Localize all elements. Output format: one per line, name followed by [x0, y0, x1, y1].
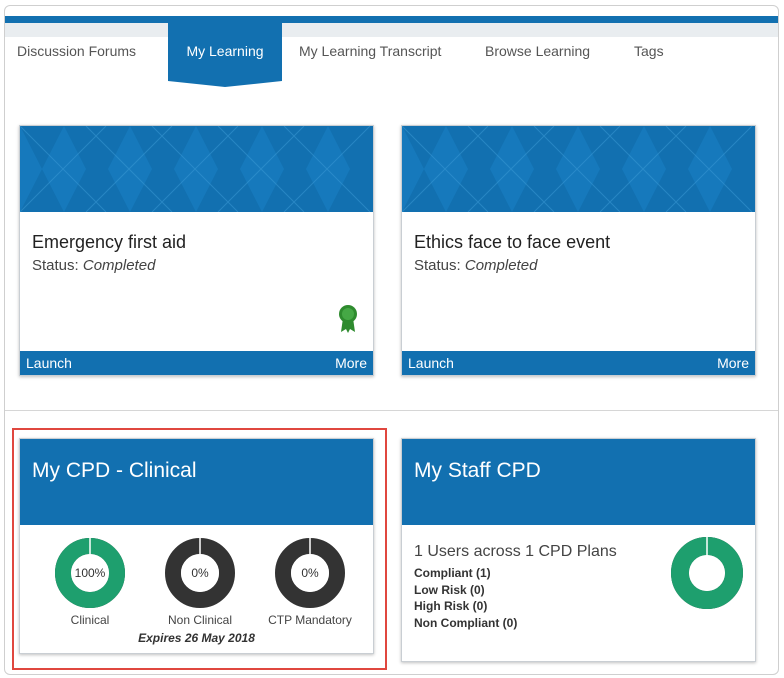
stat-low-risk: Low Risk (0): [414, 582, 485, 597]
course-banner: [402, 126, 755, 212]
highlight-box: [12, 428, 387, 670]
staff-cpd-title: My Staff CPD: [402, 439, 755, 525]
tab-my-learning[interactable]: My Learning: [168, 23, 282, 87]
staff-stats-list: Compliant (1) Low Risk (0) High Risk (0)…: [414, 565, 517, 631]
staff-summary: 1 Users across 1 CPD Plans: [414, 543, 617, 560]
launch-link[interactable]: Launch: [26, 355, 72, 371]
stat-compliant: Compliant (1): [414, 566, 491, 580]
compliance-ring[interactable]: [670, 536, 744, 610]
tab-my-learning-transcript[interactable]: My Learning Transcript: [299, 43, 441, 59]
course-status: Status: Completed: [32, 257, 155, 274]
course-title: Emergency first aid: [32, 232, 187, 252]
argyle-pattern: [402, 126, 755, 212]
course-card-ethics-event: Ethics face to face event Status: Comple…: [401, 125, 756, 376]
status-label: Status:: [414, 257, 461, 274]
tab-browse-learning[interactable]: Browse Learning: [485, 43, 590, 59]
argyle-pattern: [20, 126, 373, 212]
status-label: Status:: [32, 257, 79, 274]
status-value: Completed: [464, 257, 538, 274]
course-footer: Launch More: [402, 351, 755, 375]
launch-link[interactable]: Launch: [408, 355, 454, 371]
course-status: Status: Completed: [414, 257, 537, 274]
course-title: Ethics face to face event: [414, 232, 611, 252]
status-value: Completed: [82, 257, 156, 274]
course-banner: [20, 126, 373, 212]
course-footer: Launch More: [20, 351, 373, 375]
section-divider: [5, 410, 778, 411]
staff-cpd-card: My Staff CPD 1 Users across 1 CPD Plans …: [401, 438, 756, 662]
award-ribbon-icon: [339, 305, 357, 333]
tab-tags[interactable]: Tags: [634, 43, 664, 59]
stat-non-compliant: Non Compliant (0): [414, 615, 518, 630]
learning-dashboard: Discussion Forums My Learning My Learnin…: [4, 5, 779, 675]
more-link[interactable]: More: [717, 355, 749, 371]
course-card-emergency-first-aid: Emergency first aid Status: Completed La…: [19, 125, 374, 376]
top-accent-bar: [5, 16, 778, 23]
stat-high-risk: High Risk (0): [414, 599, 488, 613]
tab-discussion-forums[interactable]: Discussion Forums: [17, 43, 136, 59]
tab-nav: Discussion Forums My Learning My Learnin…: [5, 23, 778, 87]
more-link[interactable]: More: [335, 355, 367, 371]
